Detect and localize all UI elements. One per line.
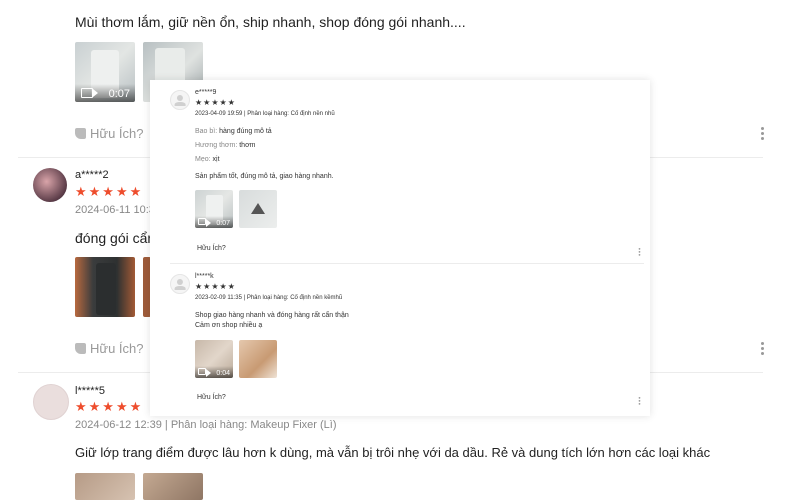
review-meta: 2023-04-09 19:59 | Phân loại hàng: Cố đị… xyxy=(195,111,335,117)
thumbs-up-icon xyxy=(75,343,86,354)
rating-stars: ★★★★★ xyxy=(195,282,236,291)
more-options-icon[interactable] xyxy=(638,397,641,406)
review-meta: 2023-02-09 11:35 | Phân loại hàng: Cố đị… xyxy=(195,295,343,301)
helpful-label: Hữu Ích? xyxy=(90,126,144,141)
review-divider xyxy=(170,263,644,264)
review-text: Giữ lớp trang điểm được lâu hơn k dùng, … xyxy=(75,445,711,460)
more-options-icon[interactable] xyxy=(761,342,764,357)
review-video-thumbnail[interactable]: 0:04 xyxy=(195,340,233,378)
reviewer-name: e*****9 xyxy=(195,89,217,96)
review-date: 2024-06-11 10:3 xyxy=(75,204,155,216)
avatar xyxy=(33,168,67,202)
review-video-thumbnail[interactable]: 0:07 xyxy=(75,42,135,102)
video-camera-icon xyxy=(198,218,211,227)
review-text-line: Shop giao hàng nhanh và đóng hàng rất cẩ… xyxy=(195,312,349,319)
packaging-row: Bao bì: hàng đúng mô tả xyxy=(195,128,272,135)
thumbs-up-icon xyxy=(75,128,86,139)
review-image-thumbnail[interactable] xyxy=(75,473,135,500)
tip-row: Mẹo: xịt xyxy=(195,156,220,163)
review-image-thumbnail[interactable] xyxy=(75,257,135,317)
video-duration: 0:04 xyxy=(216,370,230,377)
default-avatar-icon xyxy=(170,274,190,294)
product-bottle xyxy=(96,263,116,315)
rating-stars: ★★★★★ xyxy=(75,184,144,199)
review-preview-panel: e*****9 ★★★★★ 2023-04-09 19:59 | Phân lo… xyxy=(150,80,650,416)
helpful-button[interactable]: Hữu Ích? xyxy=(195,394,226,401)
helpful-button[interactable]: Hữu Ích? xyxy=(75,126,144,141)
review-image-thumbnail[interactable] xyxy=(143,473,203,500)
review-meta: 2024-06-12 12:39 | Phân loại hàng: Makeu… xyxy=(75,419,337,431)
review-image-thumbnail[interactable] xyxy=(239,340,277,378)
reviewer-name: a*****2 xyxy=(75,169,109,181)
scent-row: Hương thơm: thơm xyxy=(195,142,256,149)
helpful-label: Hữu Ích? xyxy=(197,245,226,252)
avatar xyxy=(33,384,69,420)
review-video-thumbnail[interactable]: 0:07 xyxy=(195,190,233,228)
review-text: Sản phẩm tốt, đúng mô tả, giao hàng nhan… xyxy=(195,173,334,180)
default-avatar-icon xyxy=(170,90,190,110)
helpful-label: Hữu Ích? xyxy=(197,394,226,401)
more-options-icon[interactable] xyxy=(638,248,641,257)
reviewer-name: l*****5 xyxy=(75,385,105,397)
logo-triangle-icon xyxy=(251,203,265,214)
helpful-label: Hữu Ích? xyxy=(90,341,144,356)
review-text: Mùi thơm lắm, giữ nền ổn, ship nhanh, sh… xyxy=(75,14,466,30)
video-duration: 0:07 xyxy=(216,220,230,227)
review-text-line: Cảm ơn shop nhiều ạ xyxy=(195,322,263,329)
video-duration: 0:07 xyxy=(108,88,130,100)
review-image-thumbnail[interactable] xyxy=(239,190,277,228)
video-camera-icon xyxy=(198,368,211,377)
rating-stars: ★★★★★ xyxy=(195,98,236,107)
helpful-button[interactable]: Hữu Ích? xyxy=(195,245,226,252)
video-camera-icon xyxy=(81,88,98,98)
reviewer-name: l*****k xyxy=(195,273,214,280)
more-options-icon[interactable] xyxy=(761,127,764,142)
rating-stars: ★★★★★ xyxy=(75,399,144,414)
helpful-button[interactable]: Hữu Ích? xyxy=(75,341,144,356)
